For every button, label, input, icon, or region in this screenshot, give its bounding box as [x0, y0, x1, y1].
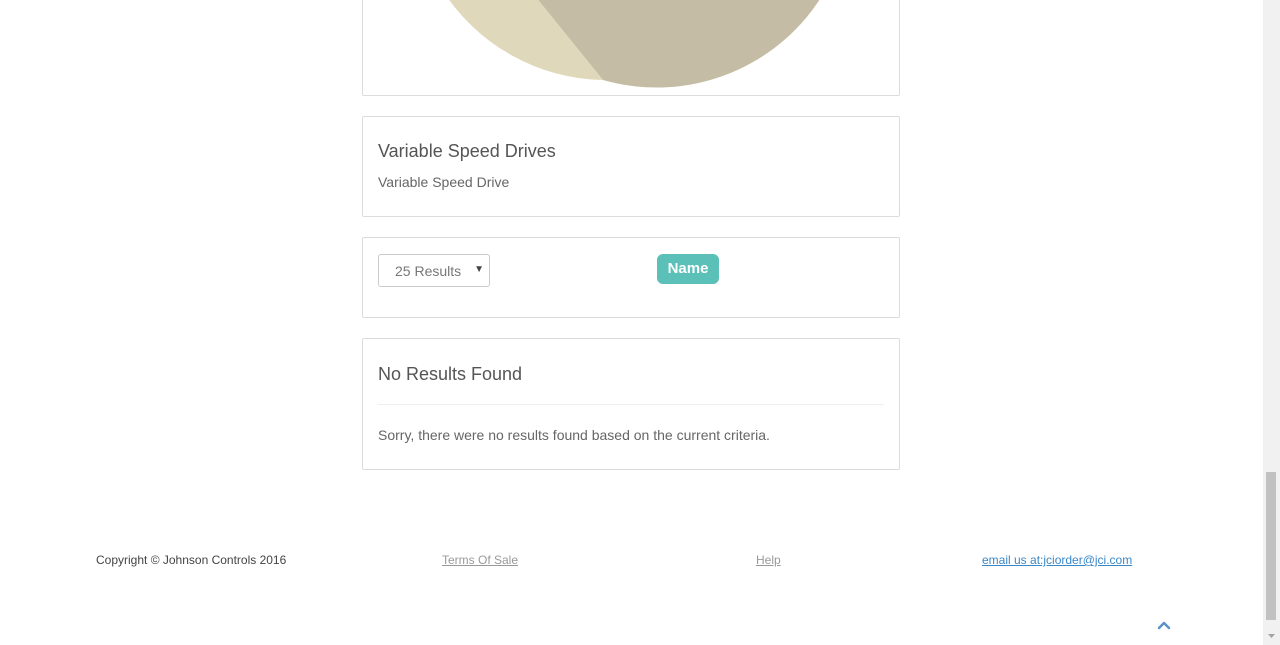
vertical-scrollbar[interactable] — [1263, 0, 1280, 645]
back-to-top-button[interactable] — [1155, 618, 1173, 632]
pie-graphic — [449, 0, 820, 88]
no-results-title: No Results Found — [378, 364, 523, 384]
email-link[interactable]: email us at:jciorder@jci.com — [982, 553, 1132, 567]
sort-by-name-button[interactable]: Name — [657, 254, 719, 284]
help-link[interactable]: Help — [756, 553, 781, 567]
results-per-page-select[interactable]: 25 Results ▼ — [378, 254, 490, 287]
product-image-card — [362, 0, 900, 96]
scrollbar-thumb[interactable] — [1266, 472, 1276, 620]
caret-down-icon: ▼ — [474, 264, 484, 275]
scroll-down-arrow-icon[interactable] — [1263, 628, 1280, 645]
copyright-text: Copyright © Johnson Controls 2016 — [96, 553, 287, 567]
results-per-page-value: 25 Results — [395, 263, 462, 279]
results-card: No Results Found Sorry, there were no re… — [362, 338, 900, 470]
category-card: Variable Speed Drives Variable Speed Dri… — [362, 116, 900, 217]
category-title: Variable Speed Drives — [378, 141, 556, 161]
category-subtitle: Variable Speed Drive — [378, 174, 510, 190]
no-results-message: Sorry, there were no results found based… — [378, 427, 770, 443]
results-divider — [378, 404, 884, 405]
results-controls-card: 25 Results ▼ Name — [362, 237, 900, 318]
chevron-up-icon — [1157, 621, 1171, 630]
terms-of-sale-link[interactable]: Terms Of Sale — [442, 553, 518, 567]
